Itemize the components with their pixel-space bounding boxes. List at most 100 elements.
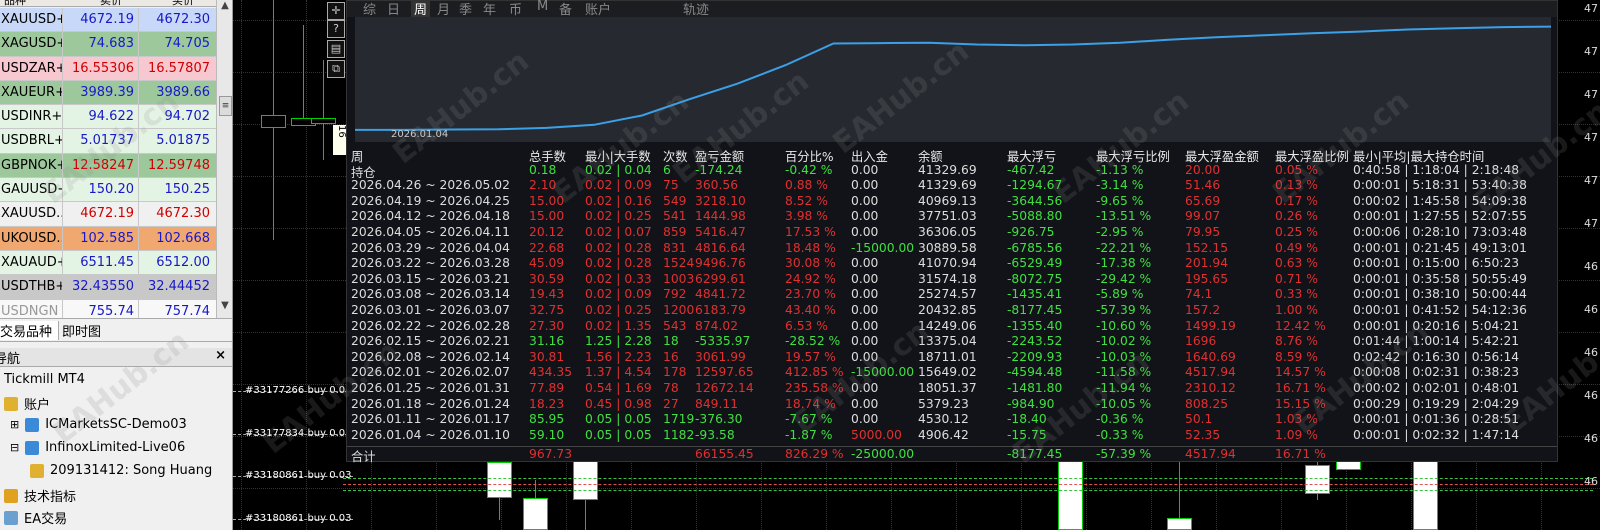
table-cell: 8.59 % [1275,349,1318,364]
market-watch-bid: 74.683 [62,32,138,56]
navigator-item[interactable]: ⊟ InfinoxLimited-Live06 [10,440,185,455]
market-watch-ask: 4672.30 [138,8,214,32]
collapse-icon[interactable]: ⊟ [10,441,19,454]
table-cell: 0:00:01 | 0:01:36 | 0:28:51 [1353,412,1520,427]
table-cell: 20.12 [529,225,565,239]
table-cell: -8177.45 [1007,303,1063,317]
indicators-icon [4,488,18,503]
table-cell: 1524 [663,256,695,271]
tab-symbols[interactable]: 交易品种 [0,321,60,340]
navigator-item-label: ICMarketsSC-Demo03 [45,417,187,432]
table-cell: 541 [663,209,687,224]
market-watch-ask: 94.702 [138,105,214,129]
market-watch-ask: 6512.00 [138,250,214,275]
market-watch-scrollbar[interactable]: ▲ ≡ ▼ [216,0,232,320]
table-cell: 549 [663,193,687,208]
report-tab[interactable]: 年 [483,0,496,18]
table-cell: 59.10 [529,427,565,442]
report-tab[interactable]: 备 [559,0,572,18]
table-cell: 0.00 [851,381,879,395]
table-cell: 1.00 % [1275,303,1318,317]
market-watch-row[interactable]: USDZAR+ 16.55306 16.57807 [0,56,216,81]
market-watch-row[interactable]: XAUUSD... 4672.19 4672.30 [0,202,216,227]
crosshair-icon[interactable]: ✛ [327,2,345,20]
holding-cell: -174.24 [695,162,743,177]
price-label: 47 [1584,174,1598,187]
table-cell: 6299.61 [695,271,746,286]
market-watch-col-symbol[interactable]: 品种 [4,0,26,8]
navigator-item[interactable]: ⊞ ICMarketsSC-Demo03 [10,417,187,432]
grid-vline [306,0,307,530]
table-cell: 0.26 % [1275,209,1318,224]
market-watch-row[interactable]: GAUUSD+ 150.20 150.25 [0,178,216,203]
scroll-down-icon[interactable]: ▼ [217,300,232,311]
table-cell: 4816.64 [695,240,746,255]
report-tab[interactable]: 季 [459,0,472,18]
table-cell: 0.00 [851,349,879,364]
table-cell: 18.74 % [785,396,836,411]
table-cell: -22.21 % [1096,240,1152,255]
market-watch-symbol: GAUUSD+ [1,182,62,198]
table-cell: 27.30 [529,318,565,333]
close-icon[interactable]: × [215,348,226,363]
report-tab[interactable]: 周 [411,0,431,18]
help-icon[interactable]: ? [327,20,345,38]
market-watch-col-bid[interactable]: 卖价 [100,0,122,8]
table-cell: 0.25 % [1275,225,1318,239]
tab-tick-chart[interactable]: 即时图 [62,321,101,340]
table-cell: -9.65 % [1096,193,1144,208]
market-watch-row[interactable]: USDINR+ 94.622 94.702 [0,105,216,130]
market-watch-row[interactable]: XAGUSD+ 74.683 74.705 [0,32,216,57]
report-tab[interactable]: 轨迹 [683,0,709,18]
table-cell: 2026.02.22 ~ 2026.02.28 [351,318,510,333]
table-cell: 2026.04.19 ~ 2026.04.25 [351,193,510,208]
table-cell: 77.89 [529,381,565,395]
table-cell: 1.56 | 2.23 [585,349,652,364]
market-watch-row[interactable]: USDTHB+ 32.43550 32.44452 [0,275,216,300]
navigator-item-label: EA交易 [24,512,68,527]
market-watch-col-ask[interactable]: 买价 [172,0,194,8]
expert-icon [4,510,18,525]
table-cell: -984.90 [1007,396,1055,411]
report-tab[interactable]: 月 [437,0,450,18]
accounts-icon [4,396,18,411]
table-cell: 0.00 [851,412,879,427]
market-watch-row[interactable]: UKOUSD... 102.585 102.668 [0,226,216,251]
table-cell: 0.45 | 0.98 [585,396,652,411]
settings-icon[interactable]: ▤ [327,40,345,58]
report-tab[interactable]: M [537,0,548,14]
report-tab[interactable]: 币 [509,0,522,18]
scroll-thumb[interactable]: ≡ [219,96,232,116]
market-watch-bid: 102.585 [62,226,138,250]
table-cell: -10.02 % [1096,334,1152,349]
table-cell: 0.02 | 0.09 [585,178,652,193]
table-cell: 0.00 [851,303,879,317]
navigator-item[interactable]: 技术指标 [4,486,76,505]
navigator-item[interactable]: EA交易 [4,508,67,527]
table-cell: 16.71 % [1275,381,1326,395]
table-cell: 0.63 % [1275,256,1318,271]
navigator-item[interactable]: 209131412: Song Huang [30,463,212,478]
table-cell: 23.70 % [785,287,836,302]
report-tab[interactable]: 综 [363,0,376,18]
table-cell: 2026.02.08 ~ 2026.02.14 [351,349,510,364]
report-tab[interactable]: 日 [387,0,400,18]
navigator-item[interactable]: 账户 [4,394,50,413]
report-tab[interactable]: 账户 [585,0,611,18]
scroll-up-icon[interactable]: ▲ [217,0,232,11]
market-watch-row[interactable]: XAUEUR+ 3989.39 3989.66 [0,80,216,106]
table-cell: 40969.13 [918,193,977,208]
navigator-item[interactable]: Tickmill MT4 [4,372,85,387]
table-cell: 0:01:44 | 1:00:14 | 5:42:21 [1353,334,1520,349]
navigator-item-label: 账户 [24,398,51,413]
table-cell: 195.65 [1185,271,1229,286]
market-watch-bid: 32.43550 [62,275,138,299]
market-watch-row[interactable]: XAUUSD+ 4672.19 4672.30 [0,8,216,33]
market-watch-row[interactable]: XAUAUD+ 6511.45 6512.00 [0,250,216,276]
market-watch-row[interactable]: GBPNOK+ 12.58247 12.59748 [0,153,216,179]
market-watch-row[interactable]: USDBRL+ 5.01737 5.01875 [0,129,216,154]
market-watch-symbol: USDINR+ [1,109,62,125]
expand-icon[interactable]: ⊞ [10,418,19,431]
market-watch-ask: 3989.66 [138,80,214,105]
window-icon[interactable]: ⧉ [327,60,345,78]
